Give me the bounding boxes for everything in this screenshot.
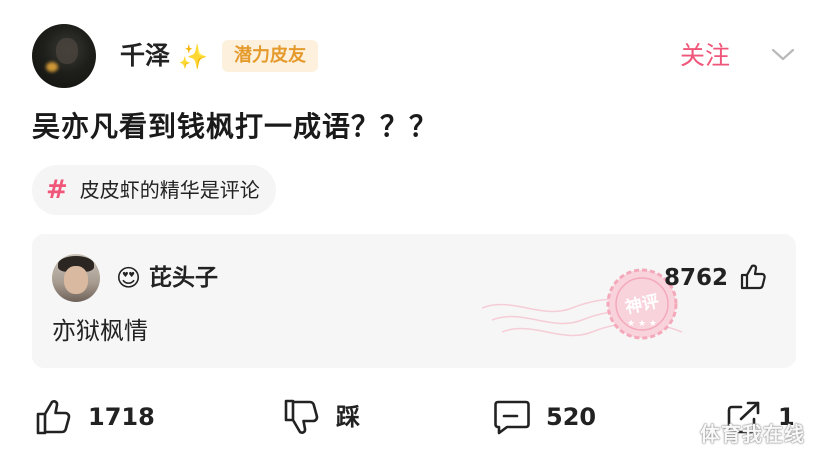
stamp-wave-lines: [482, 298, 683, 337]
follow-button[interactable]: 关注: [680, 38, 730, 74]
chevron-down-icon[interactable]: [770, 44, 796, 64]
featured-comment-card[interactable]: 神评 ★ ★ ★ 😍 芘头子 8762 亦狱枫情: [32, 234, 796, 368]
comment-bubble-icon: [494, 400, 530, 435]
author-avatar[interactable]: [32, 24, 96, 88]
commenter-name[interactable]: 芘头子: [149, 262, 218, 294]
hashtag-icon: #: [46, 175, 68, 205]
comment-button[interactable]: 520: [492, 392, 596, 442]
dislike-label: 踩: [336, 403, 360, 431]
commenter-avatar[interactable]: [52, 254, 100, 302]
topic-label: 皮皮虾的精华是评论: [79, 178, 260, 202]
post-text: 吴亦凡看到钱枫打一成语？？？: [32, 110, 439, 143]
avatar-lighter-glow: [46, 62, 58, 72]
thumbs-up-icon: [36, 400, 71, 435]
topic-tag[interactable]: # 皮皮虾的精华是评论: [32, 165, 276, 215]
like-button[interactable]: 1718: [34, 392, 155, 442]
heart-eyes-emoji-icon: 😍: [116, 264, 142, 292]
sparkle-icon: ✨: [178, 43, 208, 71]
comment-count: 520: [546, 403, 597, 431]
svg-text:★ ★ ★: ★ ★ ★: [627, 319, 657, 329]
user-level-badge: 潜力皮友: [222, 40, 318, 72]
like-count: 1718: [88, 403, 155, 431]
comment-like-count: 8762: [663, 265, 728, 291]
author-name[interactable]: 千泽: [120, 38, 170, 74]
source-watermark: 体育我在线: [700, 422, 805, 446]
thumbs-down-icon: [284, 399, 319, 434]
avatar-face: [64, 266, 88, 294]
avatar-face: [56, 38, 78, 64]
thumbs-up-icon[interactable]: [738, 262, 768, 292]
dislike-button[interactable]: 踩: [282, 392, 360, 442]
comment-text: 亦狱枫情: [52, 317, 148, 345]
